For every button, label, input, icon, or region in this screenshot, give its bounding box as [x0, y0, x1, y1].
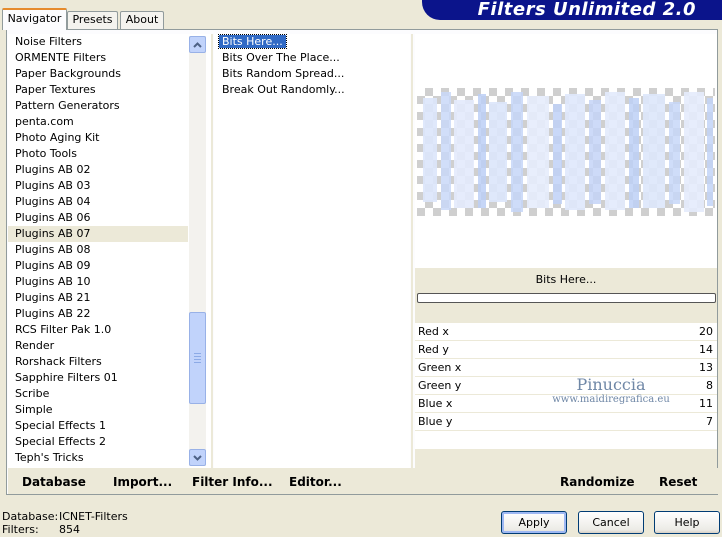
param-label: Blue x	[418, 397, 453, 410]
column-divider	[411, 34, 413, 468]
param-slider-row[interactable]: Blue x 11	[415, 395, 717, 413]
param-slider-row[interactable]: Red y 14	[415, 341, 717, 359]
category-item[interactable]: Plugins AB 08	[8, 242, 188, 258]
category-item[interactable]: Plugins AB 21	[8, 290, 188, 306]
param-label: Red x	[418, 325, 449, 338]
database-value: ICNET-Filters	[59, 510, 128, 523]
thumb-grip	[194, 359, 201, 360]
preview-effect	[423, 92, 713, 212]
param-slider-row[interactable]: Green y 8	[415, 377, 717, 395]
category-item[interactable]: Plugins AB 02	[8, 162, 188, 178]
scroll-down-button[interactable]	[189, 449, 206, 466]
import-link[interactable]: Import...	[113, 475, 172, 489]
param-value: 11	[699, 397, 713, 410]
reset-link[interactable]: Reset	[659, 475, 697, 489]
help-button[interactable]: Help	[654, 511, 720, 534]
tab-navigator-label: Navigator	[7, 12, 62, 25]
param-value: 13	[699, 361, 713, 374]
param-label: Blue y	[418, 415, 453, 428]
status-info: Database: ICNET-Filters Filters: 854	[2, 510, 128, 536]
category-item[interactable]: Special Effects 1	[8, 418, 188, 434]
param-label: Green y	[418, 379, 462, 392]
tab-about-label: About	[125, 13, 159, 26]
filter-item-label: Bits Over The Place...	[222, 51, 340, 64]
param-slider-row[interactable]: Red x 20	[415, 323, 717, 341]
filter-info-link[interactable]: Filter Info...	[192, 475, 273, 489]
action-link-bar: Database Import... Filter Info... Editor…	[8, 468, 718, 494]
editor-link[interactable]: Editor...	[289, 475, 342, 489]
tab-about[interactable]: About	[120, 11, 164, 29]
category-item[interactable]: Plugins AB 06	[8, 210, 188, 226]
category-item[interactable]: Sapphire Filters 01	[8, 370, 188, 386]
category-item[interactable]: Plugins AB 09	[8, 258, 188, 274]
thumb-grip	[194, 362, 201, 363]
chevron-down-icon	[193, 454, 202, 461]
param-value: 7	[706, 415, 713, 428]
filter-item[interactable]: Bits Here...	[214, 34, 410, 50]
thumb-grip	[194, 353, 201, 354]
category-item[interactable]: Rorshack Filters	[8, 354, 188, 370]
category-item[interactable]: Teph's Tricks	[8, 450, 188, 466]
category-item[interactable]: Plugins AB 07	[8, 226, 188, 242]
category-scrollbar[interactable]	[189, 36, 206, 466]
category-items: Noise Filters ORMENTE Filters Paper Backgr…	[8, 34, 188, 468]
filter-list[interactable]: Bits Here... Bits Over The Place... Bits R…	[214, 34, 410, 468]
param-slider-row-empty	[415, 431, 717, 449]
category-item[interactable]: Simple	[8, 402, 188, 418]
param-label: Green x	[418, 361, 462, 374]
category-item[interactable]: Paper Textures	[8, 82, 188, 98]
category-item[interactable]: Plugins AB 03	[8, 178, 188, 194]
filter-item-label: Bits Here...	[218, 34, 287, 49]
category-item[interactable]: Paper Backgrounds	[8, 66, 188, 82]
scroll-thumb[interactable]	[189, 312, 206, 404]
category-item[interactable]: Plugins AB 22	[8, 306, 188, 322]
category-item[interactable]: ORMENTE Filters	[8, 50, 188, 66]
category-item[interactable]: Photo Aging Kit	[8, 130, 188, 146]
param-value: 8	[706, 379, 713, 392]
param-slider-row[interactable]: Blue y 7	[415, 413, 717, 431]
database-link[interactable]: Database	[22, 475, 86, 489]
current-filter-name: Bits Here...	[535, 273, 597, 286]
tab-navigator[interactable]: Navigator	[2, 8, 67, 30]
progress-bar	[417, 293, 716, 303]
brand-banner: Filters Unlimited 2.0	[422, 0, 722, 20]
thumb-grip	[194, 356, 201, 357]
database-label: Database:	[2, 510, 59, 523]
category-item[interactable]: Scribe	[8, 386, 188, 402]
filter-item[interactable]: Bits Random Spread...	[214, 66, 410, 82]
cancel-button[interactable]: Cancel	[578, 511, 644, 534]
preview-pane	[415, 34, 717, 268]
randomize-link[interactable]: Randomize	[560, 475, 634, 489]
filter-item-label: Bits Random Spread...	[222, 67, 345, 80]
chevron-up-icon	[193, 41, 202, 48]
category-item[interactable]: Special Effects 2	[8, 434, 188, 450]
filters-count-value: 854	[59, 523, 80, 536]
navigator-panel: Noise Filters ORMENTE Filters Paper Backgr…	[6, 29, 718, 495]
preview-image	[417, 88, 715, 216]
category-item[interactable]: Plugins AB 04	[8, 194, 188, 210]
param-label: Red y	[418, 343, 449, 356]
column-divider	[211, 34, 213, 468]
filters-count-label: Filters:	[2, 523, 39, 536]
filter-item-label: Break Out Randomly...	[222, 83, 345, 96]
parameter-sliders: Red x 20 Red y 14 Green x 13 Green y 8 Blue x 11 B…	[415, 323, 717, 449]
category-item[interactable]: penta.com	[8, 114, 188, 130]
category-item[interactable]: RCS Filter Pak 1.0	[8, 322, 188, 338]
scroll-up-button[interactable]	[189, 36, 206, 53]
app-title: Filters Unlimited 2.0	[477, 0, 696, 20]
category-item[interactable]: Render	[8, 338, 188, 354]
param-value: 20	[699, 325, 713, 338]
category-list[interactable]: Noise Filters ORMENTE Filters Paper Backgr…	[8, 34, 211, 468]
category-item[interactable]: Pattern Generators	[8, 98, 188, 114]
filter-item[interactable]: Bits Over The Place...	[214, 50, 410, 66]
category-item[interactable]: Photo Tools	[8, 146, 188, 162]
apply-button[interactable]: Apply	[501, 511, 567, 534]
tab-presets[interactable]: Presets	[67, 11, 118, 29]
param-value: 14	[699, 343, 713, 356]
category-item[interactable]: Noise Filters	[8, 34, 188, 50]
filter-item[interactable]: Break Out Randomly...	[214, 82, 410, 98]
tab-presets-label: Presets	[72, 13, 113, 26]
param-slider-row[interactable]: Green x 13	[415, 359, 717, 377]
category-item[interactable]: Plugins AB 10	[8, 274, 188, 290]
